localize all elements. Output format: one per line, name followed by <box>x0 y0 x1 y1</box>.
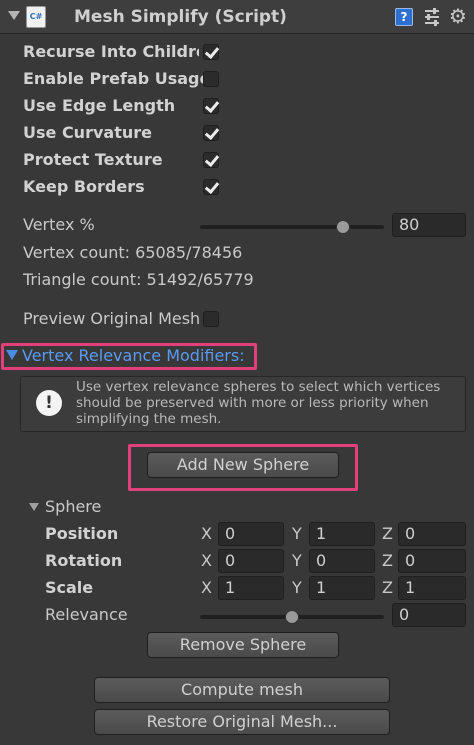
axis-z-label: Z <box>382 551 393 570</box>
presets-icon[interactable] <box>423 7 441 27</box>
csharp-script-icon: C# <box>26 6 46 28</box>
sphere-label[interactable]: Sphere <box>45 497 101 516</box>
axis-z-label: Z <box>382 524 393 543</box>
vertex-percent-label: Vertex % <box>23 215 95 234</box>
compute-mesh-button[interactable]: Compute mesh <box>94 677 390 703</box>
gear-icon[interactable]: ⚙ <box>449 5 467 27</box>
restore-original-mesh-button[interactable]: Restore Original Mesh... <box>94 709 390 735</box>
vertex-percent-slider-track[interactable] <box>200 225 384 229</box>
help-icon[interactable]: ? <box>395 8 413 26</box>
component-title: Mesh Simplify (Script) <box>74 7 287 27</box>
remove-sphere-button[interactable]: Remove Sphere <box>147 632 339 658</box>
checkbox-prefab[interactable] <box>203 71 219 87</box>
help-text: Use vertex relevance spheres to select w… <box>76 379 441 427</box>
toggle-label-edge-length: Use Edge Length <box>23 96 176 115</box>
add-new-sphere-button[interactable]: Add New Sphere <box>147 452 339 478</box>
checkbox-curvature[interactable] <box>203 125 219 141</box>
position-label: Position <box>45 524 119 543</box>
toggle-label-prefab: Enable Prefab Usage <box>23 69 211 88</box>
toggle-label-recurse: Recurse Into Children <box>23 42 199 61</box>
foldout-arrow-icon[interactable] <box>8 11 20 20</box>
vertex-percent-slider-thumb[interactable] <box>336 220 350 234</box>
scale-z-field[interactable]: 1 <box>398 576 466 600</box>
vertex-percent-field[interactable]: 80 <box>392 213 466 237</box>
toggle-label-protect-texture: Protect Texture <box>23 150 163 169</box>
scale-label: Scale <box>45 578 94 597</box>
axis-x-label: X <box>201 578 212 597</box>
rotation-y-field[interactable]: 0 <box>309 549 375 573</box>
relevance-label: Relevance <box>45 605 128 624</box>
position-z-field[interactable]: 0 <box>398 522 466 546</box>
sphere-foldout-arrow-icon[interactable] <box>29 503 39 511</box>
rotation-x-field[interactable]: 0 <box>218 549 284 573</box>
preview-original-label: Preview Original Mesh <box>23 309 201 328</box>
checkbox-edge-length[interactable] <box>203 98 219 114</box>
position-y-field[interactable]: 1 <box>309 522 375 546</box>
checkbox-preview-original[interactable] <box>203 311 219 327</box>
rotation-label: Rotation <box>45 551 123 570</box>
relevance-slider-thumb[interactable] <box>285 610 299 624</box>
axis-y-label: Y <box>292 524 302 543</box>
axis-y-label: Y <box>292 578 302 597</box>
toggle-label-curvature: Use Curvature <box>23 123 152 142</box>
toggle-label-keep-borders: Keep Borders <box>23 177 145 196</box>
position-x-field[interactable]: 0 <box>218 522 284 546</box>
scale-x-field[interactable]: 1 <box>218 576 284 600</box>
checkbox-recurse[interactable] <box>203 44 219 60</box>
scale-y-field[interactable]: 1 <box>309 576 375 600</box>
triangle-count: Triangle count: 51492/65779 <box>23 270 254 289</box>
checkbox-keep-borders[interactable] <box>203 179 219 195</box>
vertex-count: Vertex count: 65085/78456 <box>23 243 243 262</box>
axis-z-label: Z <box>382 578 393 597</box>
relevance-section-label[interactable]: Vertex Relevance Modifiers: <box>22 346 245 365</box>
rotation-z-field[interactable]: 0 <box>398 549 466 573</box>
relevance-field[interactable]: 0 <box>392 603 466 627</box>
axis-x-label: X <box>201 524 212 543</box>
info-icon: ! <box>36 390 62 416</box>
checkbox-protect-texture[interactable] <box>203 152 219 168</box>
axis-y-label: Y <box>292 551 302 570</box>
axis-x-label: X <box>201 551 212 570</box>
section-foldout-arrow-icon[interactable] <box>6 350 18 360</box>
